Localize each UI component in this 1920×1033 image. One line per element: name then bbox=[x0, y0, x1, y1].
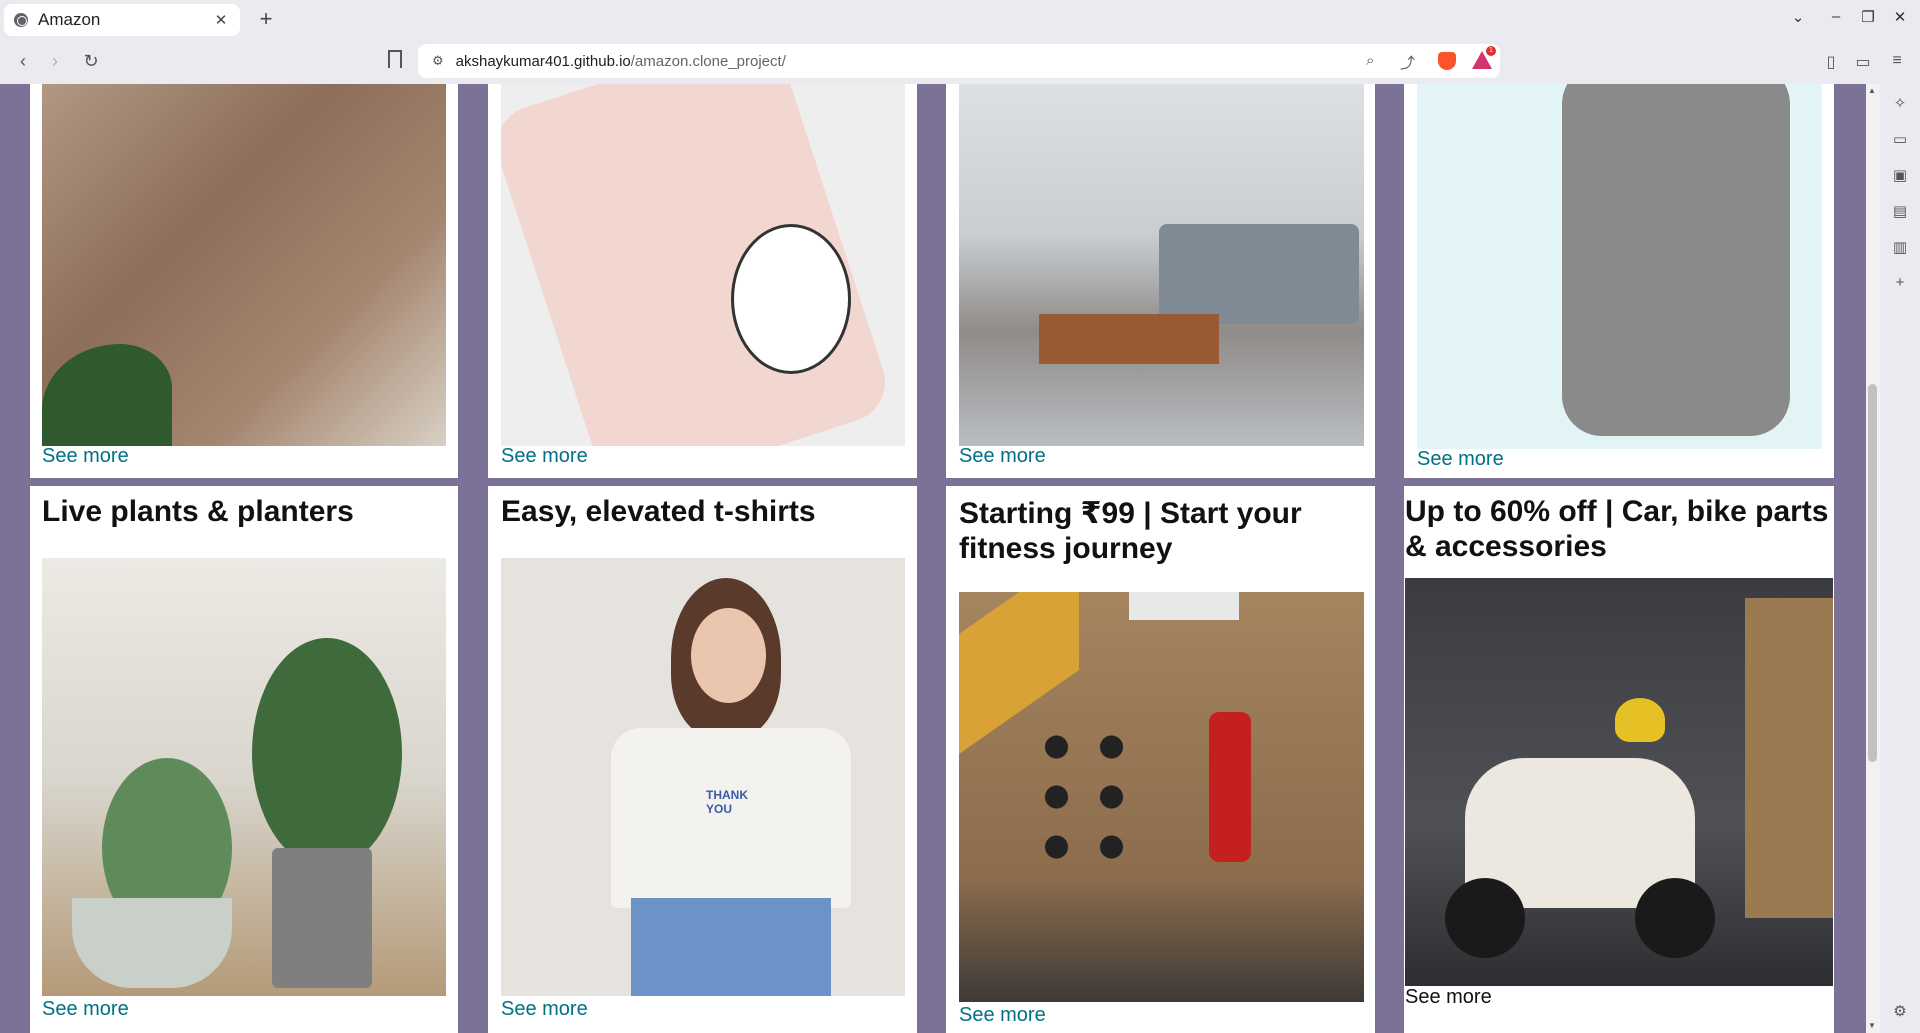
see-more-link[interactable]: See more bbox=[959, 1004, 1046, 1027]
scrollbar-thumb[interactable] bbox=[1868, 384, 1877, 762]
browser-toolbar: ‹ › ↻ ⚙ akshaykumar401.github.io/amazon.… bbox=[0, 40, 1920, 84]
category-card-tshirts: Easy, elevated t-shirts THANK YOU See mo… bbox=[488, 486, 917, 1033]
see-more-link[interactable]: See more bbox=[959, 445, 1046, 468]
speaker-body bbox=[1562, 84, 1790, 436]
weight-plates bbox=[1029, 722, 1139, 872]
leopard-print-dress-image[interactable] bbox=[42, 84, 446, 446]
leaf-decoration bbox=[42, 344, 172, 446]
side-panel-strip: ✧ ▭ ▣ ▤ ▥ + ⚙ bbox=[1880, 84, 1920, 1033]
card-title: Up to 60% off | Car, bike parts & access… bbox=[1405, 495, 1829, 563]
brave-shields-icon[interactable] bbox=[1438, 52, 1456, 70]
url-host: akshaykumar401.github.io bbox=[455, 52, 631, 70]
see-more-link[interactable]: See more bbox=[42, 998, 129, 1021]
tab-title: Amazon bbox=[38, 10, 101, 29]
scroll-up-arrow-icon[interactable]: ▲ bbox=[1868, 86, 1876, 95]
menu-icon[interactable]: ≡ bbox=[1886, 52, 1908, 70]
tab-search-icon[interactable]: ⌄ bbox=[1786, 8, 1810, 26]
tab-strip: Amazon ✕ + ⌄ – ❐ ✕ bbox=[0, 0, 1920, 40]
air-conditioner bbox=[1129, 592, 1239, 620]
model-face bbox=[691, 608, 766, 703]
card-title: Starting ₹99 | Start your fitness journe… bbox=[959, 497, 1302, 565]
reload-icon[interactable]: ↻ bbox=[78, 48, 104, 74]
bookmarks-side-icon[interactable]: ▤ bbox=[1889, 202, 1911, 220]
potted-plants-image[interactable] bbox=[42, 558, 446, 996]
scooter-garage-image[interactable] bbox=[1405, 578, 1833, 986]
coffee-table bbox=[1039, 314, 1219, 364]
globe-icon bbox=[14, 13, 28, 27]
rewards-badge: 1 bbox=[1486, 46, 1496, 56]
unicorn-graphic bbox=[731, 224, 851, 374]
category-card-plants: Live plants & planters See more bbox=[30, 486, 458, 1033]
close-tab-icon[interactable]: ✕ bbox=[212, 11, 230, 29]
blue-trousers bbox=[631, 898, 831, 996]
address-bar[interactable]: ⚙ akshaykumar401.github.io/amazon.clone_… bbox=[418, 44, 1500, 78]
wallet-side-icon[interactable]: ▣ bbox=[1889, 166, 1911, 184]
restore-icon[interactable]: ❐ bbox=[1856, 8, 1880, 26]
smart-speaker-image[interactable] bbox=[1417, 84, 1822, 449]
bookmark-icon[interactable] bbox=[388, 50, 402, 68]
forward-icon[interactable]: › bbox=[42, 48, 68, 74]
url-path: /amazon.clone_project/ bbox=[630, 52, 786, 70]
share-icon[interactable]: ⤴ bbox=[1400, 52, 1415, 73]
wallet-icon[interactable]: ▭ bbox=[1852, 52, 1874, 72]
product-card-1: See more bbox=[30, 84, 458, 478]
leo-ai-icon[interactable]: ✧ bbox=[1889, 94, 1911, 112]
tab-amazon[interactable]: Amazon ✕ bbox=[4, 4, 240, 36]
sidebar-toggle-icon[interactable]: ▯ bbox=[1820, 52, 1842, 72]
card-title: Live plants & planters bbox=[42, 495, 354, 528]
minimize-icon[interactable]: – bbox=[1824, 8, 1848, 25]
scroll-down-arrow-icon[interactable]: ▼ bbox=[1868, 1021, 1876, 1030]
reading-list-icon[interactable]: ▥ bbox=[1889, 238, 1911, 256]
punching-bag bbox=[1209, 712, 1251, 862]
see-more-link[interactable]: See more bbox=[501, 445, 588, 468]
category-card-fitness: Starting ₹99 | Start your fitness journe… bbox=[946, 486, 1375, 1033]
tshirt-model-image[interactable]: THANK YOU bbox=[501, 558, 905, 996]
product-card-4: See more bbox=[1404, 84, 1834, 478]
see-more-link[interactable]: See more bbox=[501, 998, 588, 1021]
category-card-automotive: Up to 60% off | Car, bike parts & access… bbox=[1404, 486, 1834, 1033]
yellow-helmet bbox=[1615, 698, 1665, 742]
home-gym-image[interactable] bbox=[959, 592, 1364, 1002]
sofa bbox=[1159, 224, 1359, 324]
see-more-link[interactable]: See more bbox=[42, 445, 129, 468]
scooter-front-wheel bbox=[1445, 878, 1525, 958]
see-more-link[interactable]: See more bbox=[1417, 448, 1504, 471]
add-panel-icon[interactable]: + bbox=[1889, 274, 1911, 291]
scooter-rear-wheel bbox=[1635, 878, 1715, 958]
wooden-shelves bbox=[1745, 598, 1833, 918]
plant-foliage-tall bbox=[252, 638, 402, 868]
living-room-image[interactable] bbox=[959, 84, 1364, 446]
back-icon[interactable]: ‹ bbox=[10, 48, 36, 74]
planter-pot-grey bbox=[272, 848, 372, 988]
new-tab-button[interactable]: + bbox=[252, 6, 280, 32]
white-tshirt bbox=[611, 728, 851, 908]
card-title: Easy, elevated t-shirts bbox=[501, 495, 816, 528]
see-more-link[interactable]: See more bbox=[1405, 986, 1492, 1009]
tshirt-print: THANK YOU bbox=[706, 788, 748, 816]
phone-case-image[interactable] bbox=[501, 84, 905, 446]
sidebar-settings-icon[interactable]: ⚙ bbox=[1889, 1002, 1911, 1020]
zoom-icon[interactable]: ⌕ bbox=[1366, 52, 1374, 69]
page-viewport: See more See more See more See more Live… bbox=[0, 84, 1866, 1033]
site-settings-icon[interactable]: ⚙ bbox=[432, 53, 444, 69]
planter-pot bbox=[72, 898, 232, 988]
product-card-2: See more bbox=[488, 84, 917, 478]
close-window-icon[interactable]: ✕ bbox=[1888, 8, 1912, 26]
talk-icon[interactable]: ▭ bbox=[1889, 130, 1911, 148]
product-card-3: See more bbox=[946, 84, 1375, 478]
